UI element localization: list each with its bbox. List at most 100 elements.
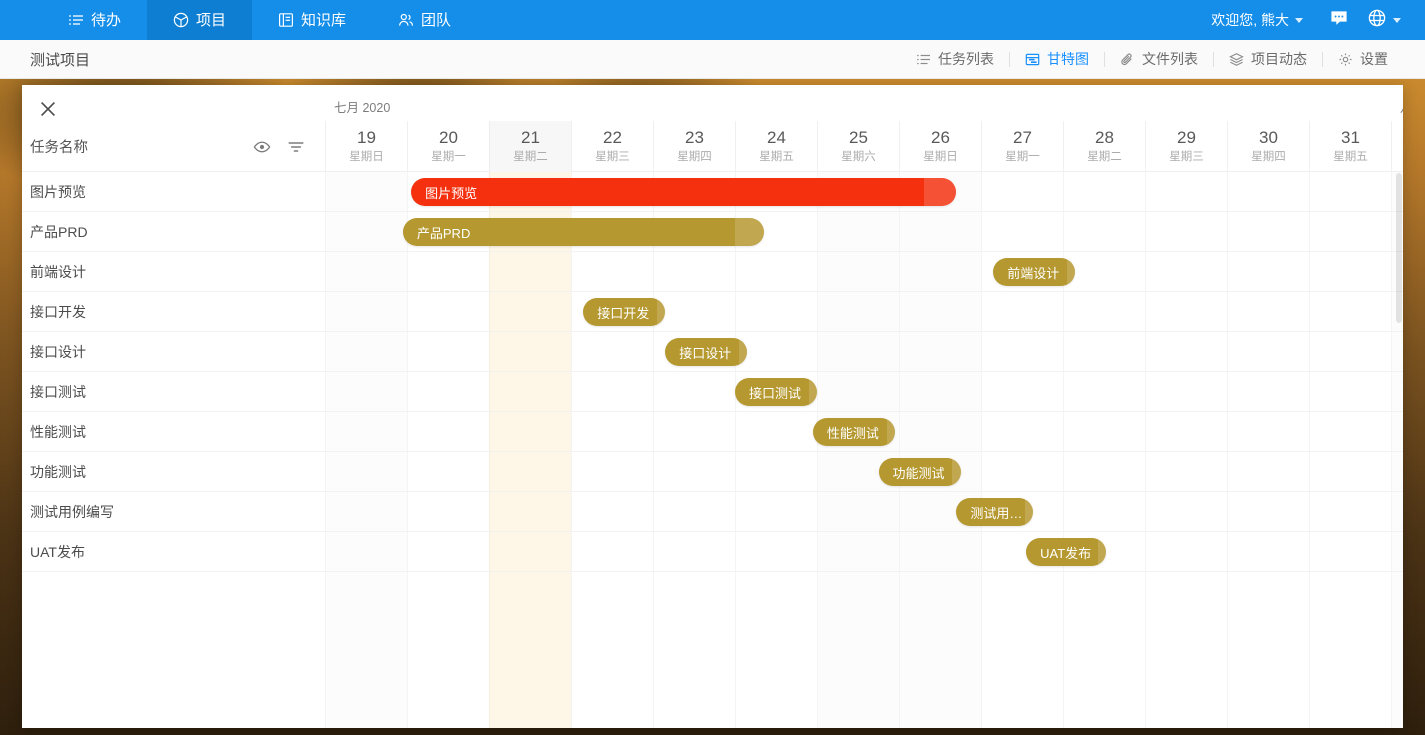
nav-tab-project[interactable]: 项目 [147,0,252,40]
task-row[interactable]: 前端设计 [22,252,325,292]
task-row[interactable]: 功能测试 [22,452,325,492]
nav-tab-label: 团队 [421,13,451,28]
day-header-cell[interactable]: 20星期一 [407,121,489,172]
tab-gantt[interactable]: 甘特图 [1010,52,1104,67]
day-header-cell[interactable]: 28 星期二 [1063,121,1145,172]
day-number: 22 [603,128,622,148]
gantt-bar[interactable]: 性能测试 [813,418,895,446]
day-header-cell[interactable]: 25星期六 [817,121,899,172]
tab-project-activity[interactable]: 项目动态 [1214,52,1322,67]
day-weekday: 星期三 [595,150,630,165]
tab-label: 项目动态 [1251,52,1307,66]
task-name-column: 图片预览产品PRD前端设计接口开发接口设计接口测试性能测试功能测试测试用例编写U… [22,172,325,728]
day-header-cell[interactable]: 24星期五 [735,121,817,172]
paperclip-icon [1120,52,1135,67]
task-row[interactable]: 接口开发 [22,292,325,332]
gantt-bar[interactable]: 接口开发 [583,298,665,326]
bar-progress [1025,498,1033,526]
day-header-cell[interactable]: 01星期六 [1391,121,1403,172]
day-number: 28 [1095,128,1114,148]
day-weekday: 星期一 [431,150,466,165]
gantt-bar[interactable]: 产品PRD [403,218,764,246]
nav-tab-label: 待办 [91,13,121,28]
task-row[interactable]: 接口设计 [22,332,325,372]
gantt-bar[interactable]: UAT发布 [1026,538,1106,566]
task-column-header: 任务名称 [22,121,325,172]
gantt-bar[interactable]: 图片预览 [411,178,956,206]
layers-icon [1229,52,1244,67]
month-label-row: 七月 2020八月 20 [325,85,1403,121]
task-row[interactable]: 产品PRD [22,212,325,252]
gear-icon [1338,52,1353,67]
day-header-cell[interactable]: 22 星期三 [571,121,653,172]
day-number: 21 [521,128,540,148]
gantt-bars: 图片预览产品PRD 前端设计接口开发接口设计接口测试性能测试功能测试测试用… UAT… [325,172,1403,728]
day-header-cell[interactable]: 21星期二 [489,121,571,172]
bar-label: 功能测试 [893,463,945,482]
tab-label: 设置 [1360,52,1388,66]
day-number: 26 [931,128,950,148]
day-number: 19 [357,128,376,148]
list-icon [68,12,84,28]
day-weekday: 星期六 [841,150,876,165]
bar-label: 接口测试 [749,383,801,402]
bar-label: 产品PRD [417,223,470,242]
tab-file-list[interactable]: 文件列表 [1105,52,1213,67]
nav-tab-knowledge[interactable]: 知识库 [252,0,372,40]
nav-tab-label: 知识库 [301,13,346,28]
task-row[interactable]: 接口测试 [22,372,325,412]
bar-progress [809,378,817,406]
language-selector[interactable] [1361,8,1411,33]
day-header-row: 19星期日20星期一21星期二22星期三23星期四24星期五25星期六26星期日… [325,121,1403,172]
nav-tab-todo[interactable]: 待办 [42,0,147,40]
tab-label: 任务列表 [938,52,994,66]
gantt-bar[interactable]: 测试用… [956,498,1032,526]
nav-tab-team[interactable]: 团队 [372,0,477,40]
eye-icon[interactable] [253,138,271,156]
day-weekday: 星期日 [923,150,958,165]
project-toolbar: 测试项目 任务列表 [0,40,1425,79]
people-icon [398,12,414,28]
top-navigation-bar: 待办 项目 [0,0,1425,40]
tab-task-list[interactable]: 任务列表 [901,52,1009,67]
task-row[interactable]: 图片预览 [22,172,325,212]
close-icon [39,100,57,123]
gantt-bar[interactable]: 接口设计 [665,338,747,366]
tab-settings[interactable]: 设置 [1323,52,1403,67]
welcome-label: 欢迎您, 熊大 [1211,10,1289,30]
bar-label: 前端设计 [1007,263,1059,282]
day-weekday: 星期四 [1251,150,1286,165]
task-row[interactable]: UAT发布 [22,532,325,572]
day-header-cell[interactable]: 29星期三 [1145,121,1227,172]
page-title: 测试项目 [30,49,90,70]
day-header-cell[interactable]: 30星期四 [1227,121,1309,172]
day-weekday: 星期五 [759,150,794,165]
filter-icon[interactable] [287,138,305,156]
tab-label: 甘特图 [1047,52,1089,66]
day-number: 29 [1177,128,1196,148]
messages-button[interactable] [1317,0,1361,40]
task-row[interactable]: 性能测试 [22,412,325,452]
book-icon [278,12,294,28]
vertical-scrollbar[interactable] [1396,173,1402,323]
day-weekday: 星期二 [1087,150,1122,165]
bar-label: 接口开发 [597,303,649,322]
task-row[interactable]: 测试用例编写 [22,492,325,532]
day-header-cell[interactable]: 27星期一 [981,121,1063,172]
bar-progress [657,298,665,326]
message-icon [1329,8,1349,33]
gantt-bar[interactable]: 前端设计 [993,258,1075,286]
day-number: 23 [685,128,704,148]
day-header-cell[interactable]: 31星期五 [1309,121,1391,172]
day-header-cell[interactable]: 23星期四 [653,121,735,172]
user-menu[interactable]: 欢迎您, 熊大 [1197,10,1317,30]
top-nav-right-group: 欢迎您, 熊大 [1197,0,1425,40]
gantt-bar[interactable]: 接口测试 [735,378,817,406]
day-header-cell[interactable]: 19星期日 [325,121,407,172]
bar-label: 性能测试 [827,423,879,442]
day-header-cell[interactable]: 26 星期日 [899,121,981,172]
list-icon [916,52,931,67]
month-label: 八月 20 [1400,97,1403,116]
gantt-bar[interactable]: 功能测试 [879,458,961,486]
bar-label: 图片预览 [425,183,477,202]
